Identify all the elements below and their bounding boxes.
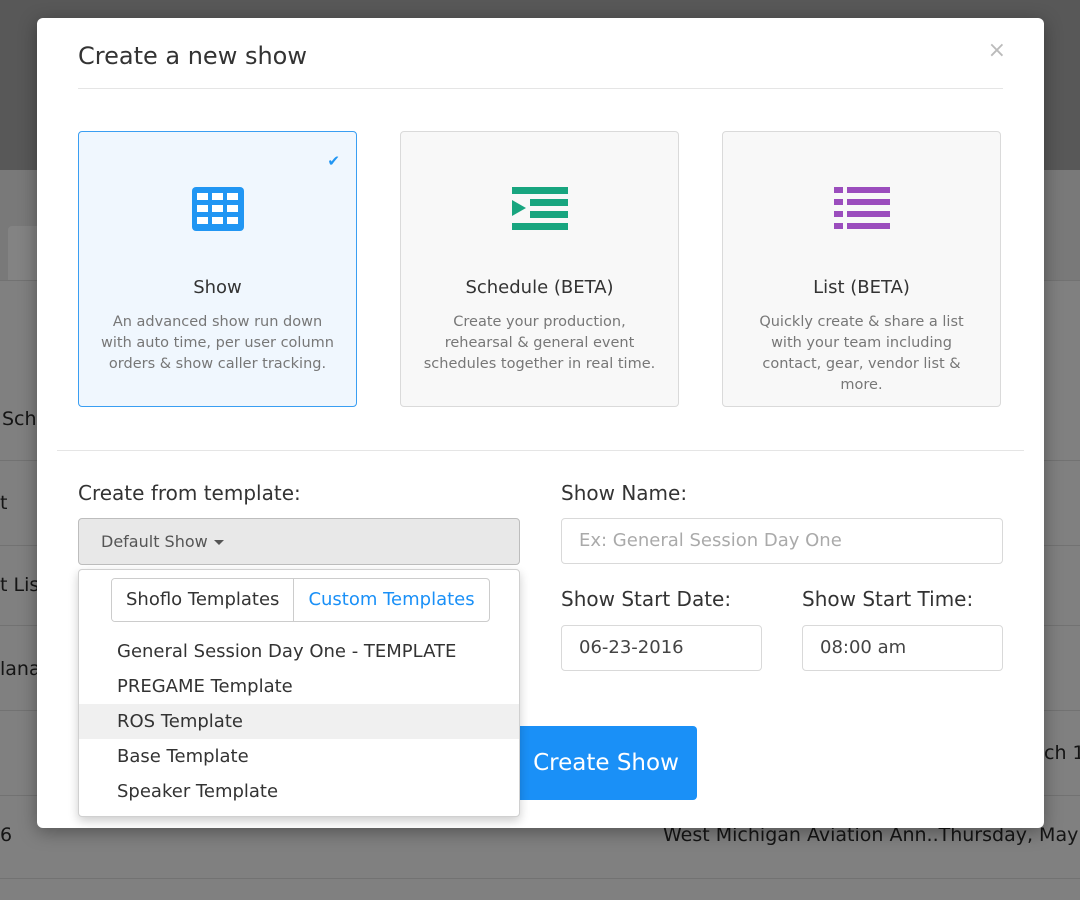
template-option[interactable]: General Session Day One - TEMPLATE (79, 634, 519, 669)
close-icon[interactable]: × (988, 40, 1006, 62)
create-show-label: Create Show (533, 750, 679, 776)
template-list: General Session Day One - TEMPLATE PREGA… (79, 634, 519, 809)
card-description: Quickly create & share a list with your … (759, 314, 964, 393)
card-description: An advanced show run down with auto time… (101, 314, 334, 372)
show-type-card-list[interactable]: List (BETA) Quickly create & share a lis… (722, 131, 1001, 407)
modal-title: Create a new show (78, 42, 307, 70)
template-dropdown-menu: Shoflo Templates Custom Templates Genera… (78, 569, 520, 817)
template-option[interactable]: PREGAME Template (79, 669, 519, 704)
tab-custom-templates[interactable]: Custom Templates (293, 579, 488, 621)
show-name-input[interactable]: Ex: General Session Day One (561, 518, 1003, 564)
show-type-card-schedule[interactable]: Schedule (BETA) Create your production, … (400, 131, 679, 407)
card-description: Create your production, rehearsal & gene… (423, 314, 656, 372)
template-selected-value: Default Show (101, 532, 208, 551)
show-name-label: Show Name: (561, 481, 688, 505)
template-option[interactable]: Speaker Template (79, 774, 519, 809)
card-title: List (BETA) (813, 277, 910, 298)
list-icon (833, 187, 890, 229)
grid-icon (191, 187, 244, 231)
tab-shoflo-templates[interactable]: Shoflo Templates (112, 579, 294, 621)
template-label: Create from template: (78, 481, 301, 505)
create-show-button[interactable]: Create Show (515, 726, 697, 800)
divider (78, 88, 1003, 89)
start-date-label: Show Start Date: (561, 587, 732, 611)
checkmark-icon: ✔ (327, 152, 340, 170)
schedule-icon (511, 187, 568, 230)
template-option[interactable]: ROS Template (79, 704, 519, 739)
start-time-input[interactable]: 08:00 am (802, 625, 1003, 671)
template-source-toggle: Shoflo Templates Custom Templates (111, 578, 490, 622)
card-title: Schedule (BETA) (465, 277, 614, 298)
template-dropdown-button[interactable]: Default Show (78, 518, 520, 565)
card-title: Show (193, 277, 242, 298)
caret-down-icon (213, 540, 224, 545)
start-time-label: Show Start Time: (802, 587, 974, 611)
divider (57, 450, 1024, 451)
show-type-card-show[interactable]: ✔ Show An advanced show run down with au… (78, 131, 357, 407)
template-option[interactable]: Base Template (79, 739, 519, 774)
create-show-modal: Create a new show × ✔ Show An advanced s… (37, 18, 1044, 828)
start-date-input[interactable]: 06-23-2016 (561, 625, 762, 671)
